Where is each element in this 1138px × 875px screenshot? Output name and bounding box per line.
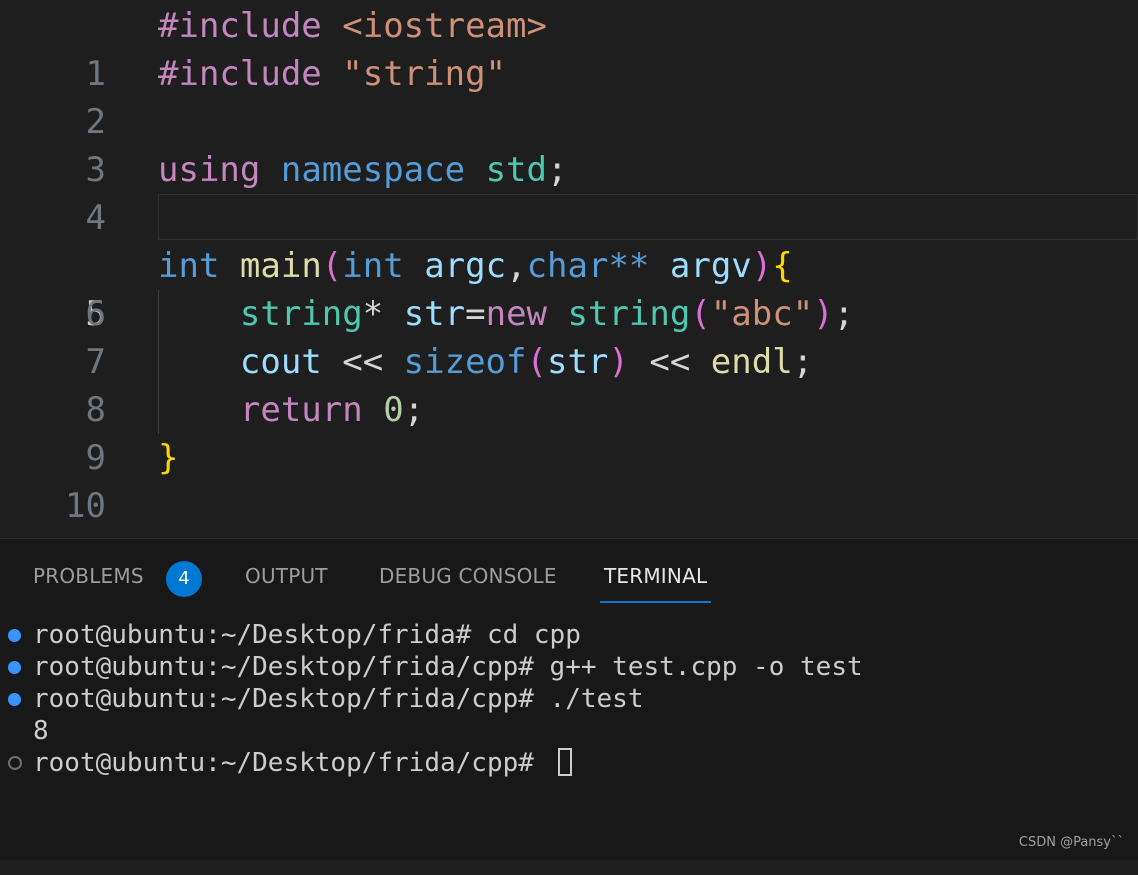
panel-tabs: PROBLEMS 4 OUTPUT DEBUG CONSOLE TERMINAL <box>0 539 1138 605</box>
code-text: using namespace std; <box>158 150 568 190</box>
terminal-text: root@ubuntu:~/Desktop/frida# cd cpp <box>33 620 581 650</box>
code-line-3[interactable]: 3 <box>0 98 1138 190</box>
command-success-icon[interactable] <box>8 661 21 674</box>
current-line-highlight <box>158 194 1138 240</box>
terminal-text: root@ubuntu:~/Desktop/frida/cpp# ./test <box>33 684 644 714</box>
code-text: cout << sizeof(str) << endl; <box>239 342 814 382</box>
terminal-line: root@ubuntu:~/Desktop/frida# cd cpp <box>0 619 1138 651</box>
code-line-5-current[interactable]: 5 <box>0 194 1138 334</box>
command-success-icon[interactable] <box>8 629 21 642</box>
terminal-prompt: root@ubuntu:~/Desktop/frida/cpp# <box>33 747 572 779</box>
code-text: return 0; <box>239 390 425 430</box>
code-text: } <box>158 438 179 478</box>
command-success-icon[interactable] <box>8 693 21 706</box>
problems-count-badge: 4 <box>166 561 202 597</box>
code-line-10[interactable]: 10 } <box>0 434 1138 526</box>
terminal-output-line: 8 <box>0 715 1138 747</box>
code-line-8[interactable]: 8 cout << sizeof(str) << endl; <box>0 338 1138 430</box>
code-editor[interactable]: 1 #include <iostream> 2 #include "string… <box>0 0 1138 538</box>
code-text: string* str=new string("abc"); <box>239 294 855 334</box>
terminal-prompt-text: root@ubuntu:~/Desktop/frida/cpp# <box>33 748 550 778</box>
terminal-prompt-line[interactable]: root@ubuntu:~/Desktop/frida/cpp# <box>0 747 1138 779</box>
code-line-7[interactable]: 7 string* str=new string("abc"); <box>0 290 1138 382</box>
code-line-1[interactable]: 1 #include <iostream> <box>0 2 1138 94</box>
tab-terminal-label: TERMINAL <box>604 564 708 588</box>
terminal-text: root@ubuntu:~/Desktop/frida/cpp# g++ tes… <box>33 652 863 682</box>
code-line-6[interactable]: 6 int main(int argc,char** argv){ <box>0 242 1138 334</box>
code-text: #include <iostream> <box>158 6 547 46</box>
code-line-4[interactable]: 4 using namespace std; <box>0 146 1138 238</box>
terminal-line: root@ubuntu:~/Desktop/frida/cpp# ./test <box>0 683 1138 715</box>
active-tab-indicator <box>600 601 712 603</box>
line-number: 10 <box>65 486 106 526</box>
terminal-cursor <box>557 748 572 776</box>
terminal-line: root@ubuntu:~/Desktop/frida/cpp# g++ tes… <box>0 651 1138 683</box>
bottom-panel: PROBLEMS 4 OUTPUT DEBUG CONSOLE TERMINAL… <box>0 538 1138 860</box>
code-text: #include "string" <box>158 54 507 94</box>
command-pending-icon <box>8 756 22 770</box>
tab-output[interactable]: OUTPUT <box>245 561 328 601</box>
terminal-output: 8 <box>33 716 49 746</box>
watermark: CSDN @Pansy`` <box>1018 835 1124 850</box>
code-line-2[interactable]: 2 #include "string" <box>0 50 1138 142</box>
code-line-9[interactable]: 9 return 0; <box>0 386 1138 478</box>
tab-problems[interactable]: PROBLEMS <box>33 561 144 601</box>
tab-terminal[interactable]: TERMINAL <box>600 561 712 603</box>
tab-debug-console[interactable]: DEBUG CONSOLE <box>379 561 557 601</box>
code-text: int main(int argc,char** argv){ <box>158 246 793 286</box>
